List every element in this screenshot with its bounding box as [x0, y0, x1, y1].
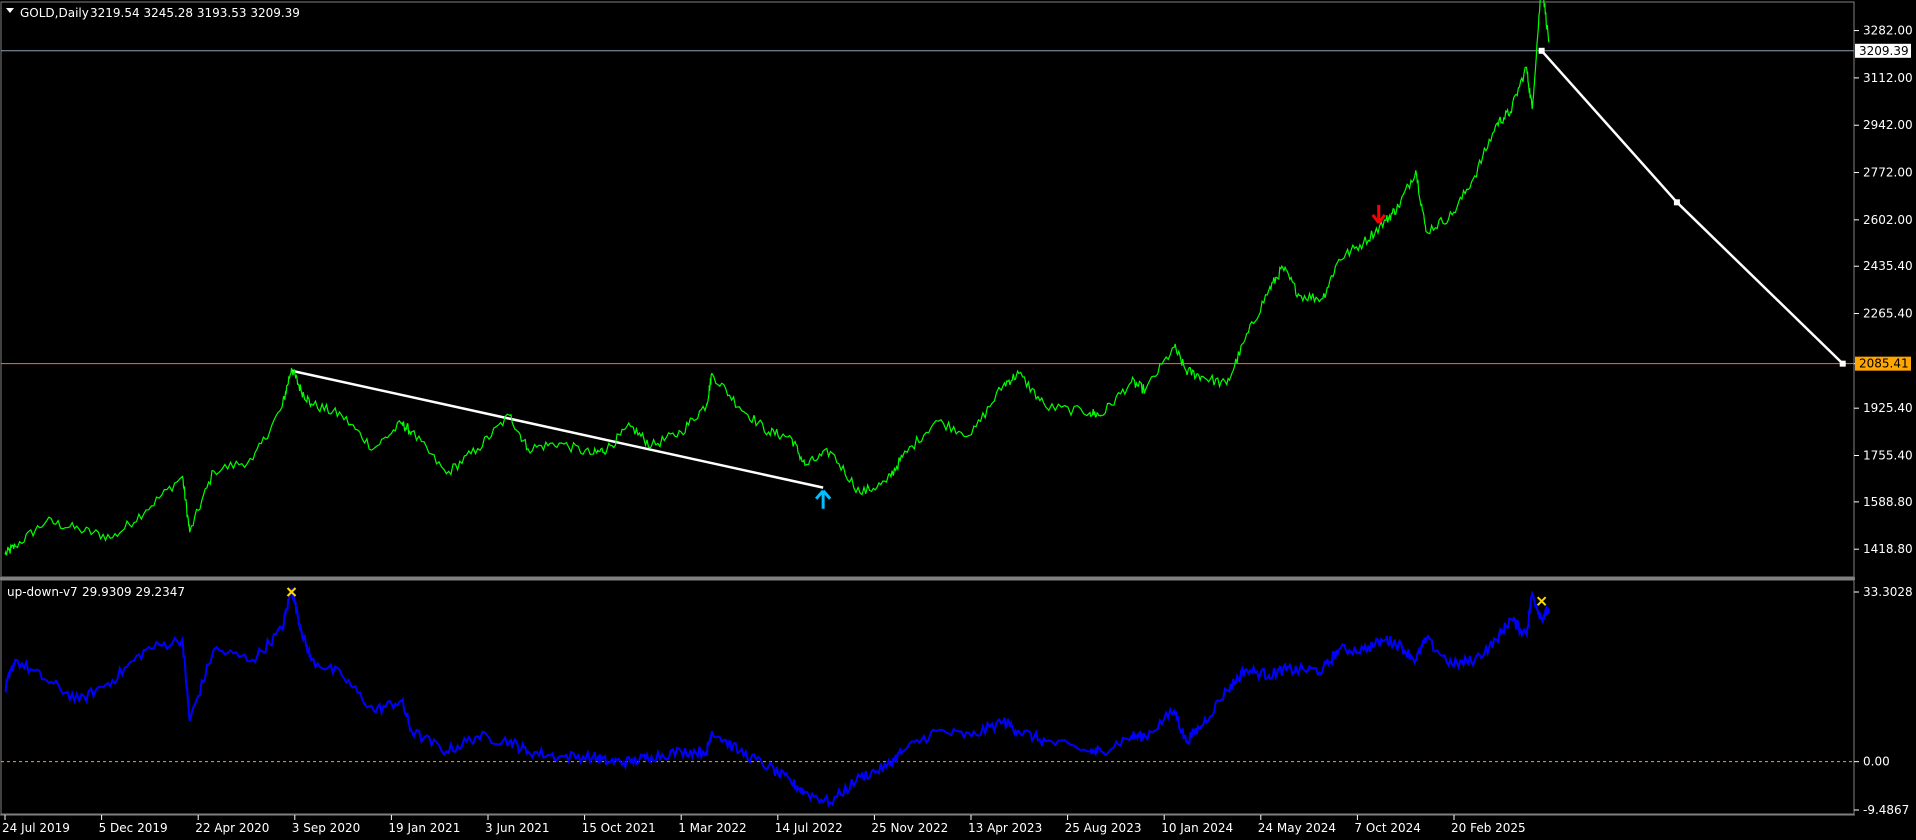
current-price-tag-label: 3209.39 [1859, 44, 1909, 58]
trendline-anchor[interactable] [1673, 199, 1680, 206]
time-tick-label: 3 Sep 2020 [292, 821, 360, 835]
trendline-1[interactable] [291, 369, 824, 489]
trendline-2[interactable] [1540, 49, 1678, 204]
symbol-label: GOLD,Daily [20, 6, 89, 20]
price-axis[interactable]: 3282.00 3112.00 2942.00 2772.00 2602.00 2435.… [1854, 24, 1913, 557]
main-title: GOLD,Daily 3219.54 3245.28 3193.53 3209.… [6, 6, 300, 20]
time-tick-label: 25 Nov 2022 [871, 821, 948, 835]
time-tick-label: 10 Jan 2024 [1161, 821, 1233, 835]
price-tick-label: 1755.40 [1863, 449, 1913, 463]
price-tick-label: 2772.00 [1863, 166, 1913, 180]
buy-arrow-icon [815, 489, 832, 509]
price-tick-label: 2265.40 [1863, 307, 1913, 321]
price-tick-label: 3112.00 [1863, 71, 1913, 85]
time-tick-label: 14 Jul 2022 [775, 821, 843, 835]
indicator-tick-label: 0.00 [1863, 755, 1890, 769]
collapse-triangle-icon[interactable] [6, 8, 14, 13]
time-tick-label: 3 Jun 2021 [485, 821, 550, 835]
price-tick-label: 1418.80 [1863, 542, 1913, 556]
indicator-pane-frame [0, 579, 1855, 815]
time-tick-label: 25 Aug 2023 [1065, 821, 1142, 835]
time-tick-label: 22 Apr 2020 [195, 821, 269, 835]
support-price-tag-label: 2085.41 [1859, 357, 1909, 371]
trendline-anchor[interactable] [1839, 360, 1846, 367]
indicator-series-line [4, 588, 1550, 808]
time-tick-label: 19 Jan 2021 [388, 821, 460, 835]
time-tick-label: 7 Oct 2024 [1354, 821, 1421, 835]
time-tick-label: 20 Feb 2025 [1451, 821, 1526, 835]
price-tick-label: 2435.40 [1863, 259, 1913, 273]
time-tick-label: 5 Dec 2019 [99, 821, 168, 835]
indicator-pane[interactable] [0, 579, 1855, 815]
chart-canvas: GOLD,Daily 3219.54 3245.28 3193.53 3209.… [0, 0, 1913, 835]
indicator-values: 29.9309 29.2347 [82, 585, 185, 599]
price-tick-label: 1588.80 [1863, 495, 1913, 509]
time-tick-label: 24 Jul 2019 [2, 821, 70, 835]
time-axis[interactable]: 24 Jul 2019 5 Dec 2019 22 Apr 2020 3 Sep 20… [2, 815, 1526, 835]
trendline-2[interactable] [1676, 201, 1844, 365]
indicator-title: up-down-v7 29.9309 29.2347 [7, 585, 185, 599]
price-tick-label: 2942.00 [1863, 118, 1913, 132]
ohlc-values: 3219.54 3245.28 3193.53 3209.39 [90, 6, 300, 20]
price-series-line [4, 0, 1550, 556]
sell-arrow-icon [1371, 204, 1386, 224]
time-tick-label: 13 Apr 2023 [968, 821, 1042, 835]
price-tick-label: 3282.00 [1863, 24, 1913, 38]
price-tick-label: 1925.40 [1863, 401, 1913, 415]
time-tick-label: 15 Oct 2021 [582, 821, 656, 835]
trendline-anchor[interactable] [1538, 47, 1545, 54]
indicator-tick-label: -9.4867 [1863, 803, 1909, 817]
indicator-name: up-down-v7 [7, 585, 78, 599]
signal-star-icon [1536, 596, 1547, 606]
price-tick-label: 2602.00 [1863, 213, 1913, 227]
indicator-axis[interactable]: 33.3028 0.00 -9.4867 [1854, 585, 1913, 817]
time-tick-label: 24 May 2024 [1258, 821, 1336, 835]
time-tick-label: 1 Mar 2022 [678, 821, 746, 835]
main-price-pane[interactable] [0, 0, 1855, 578]
indicator-tick-label: 33.3028 [1863, 585, 1913, 599]
